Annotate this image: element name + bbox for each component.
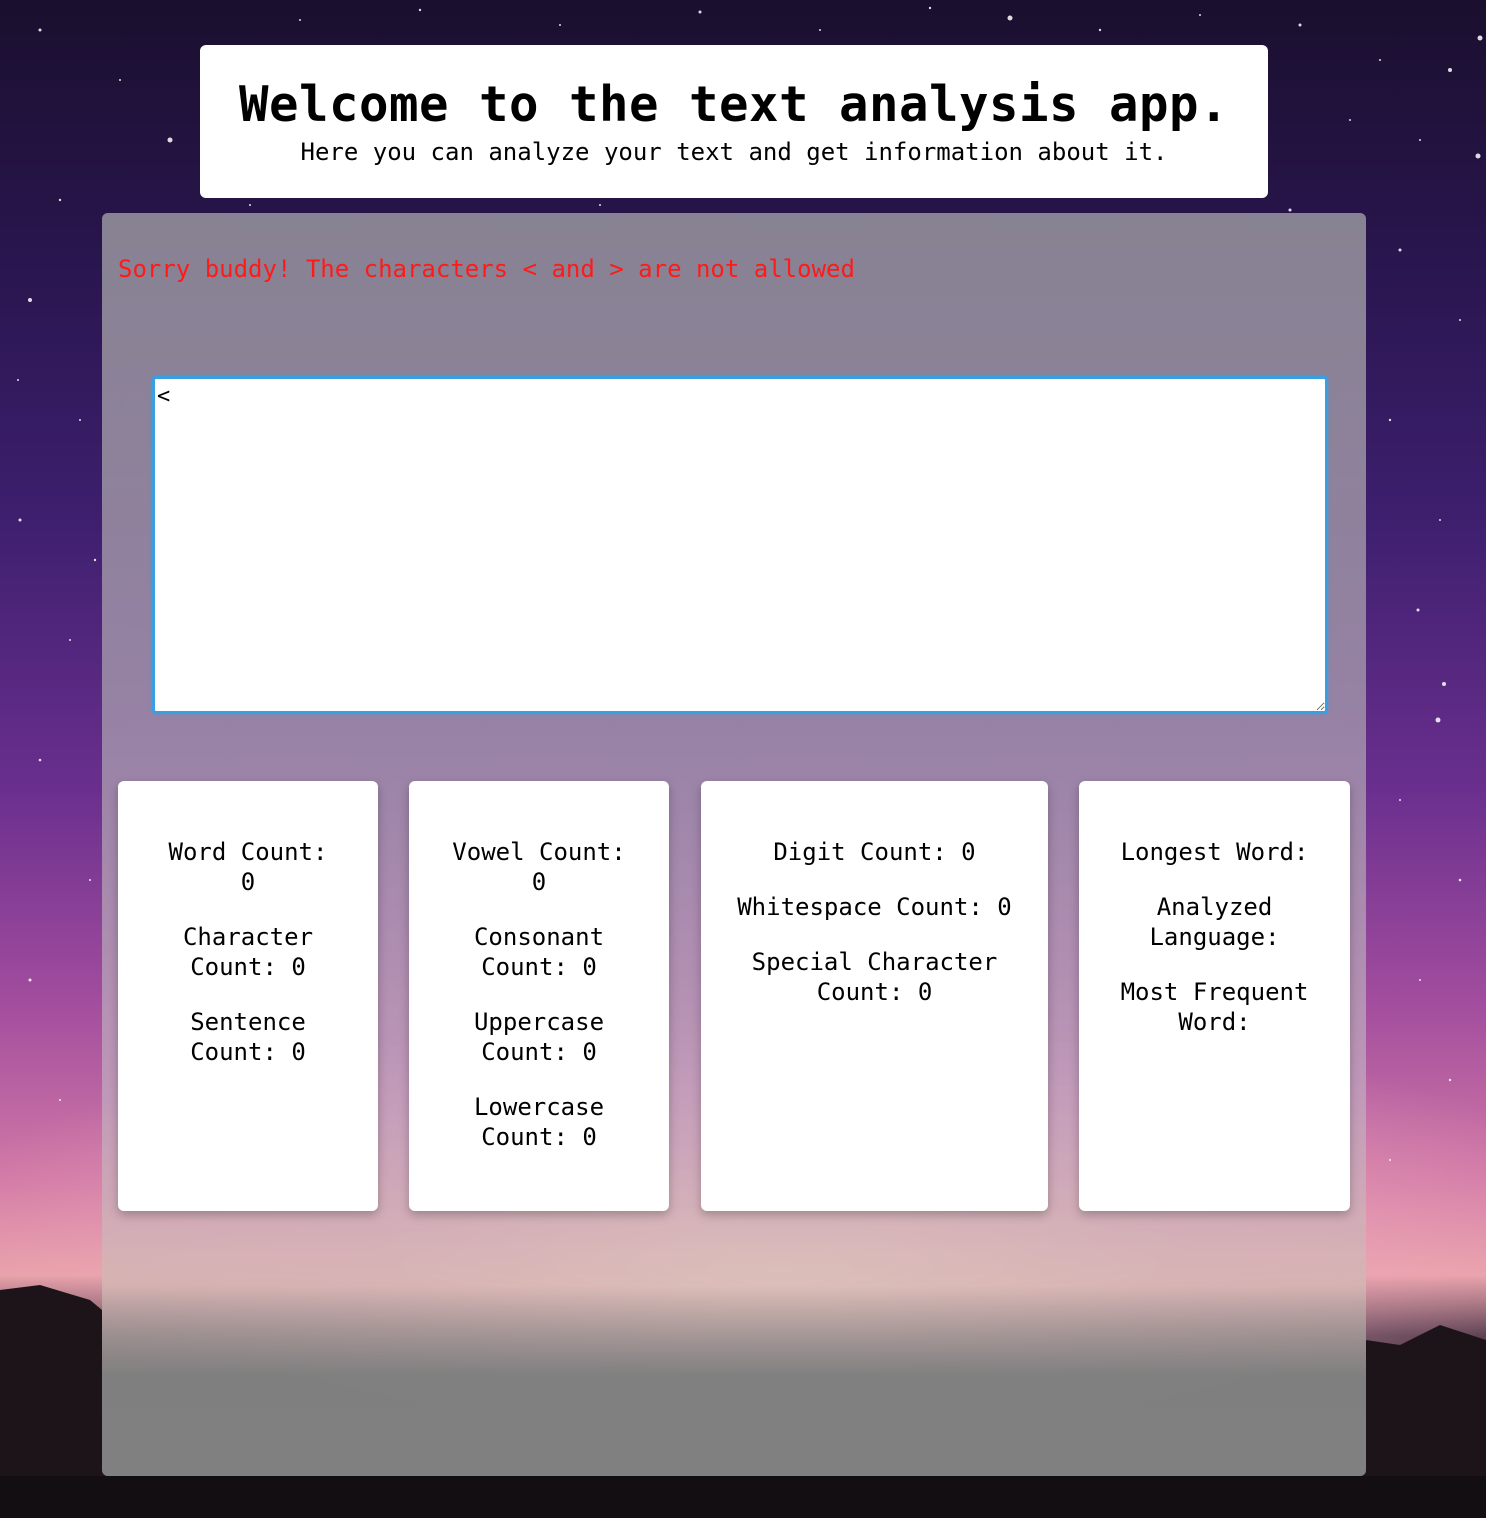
error-message: Sorry buddy! The characters < and > are … [118, 255, 855, 283]
header-card: Welcome to the text analysis app. Here y… [200, 45, 1268, 198]
lowercase-count-stat: Lowercase Count: 0 [473, 1093, 605, 1151]
digit-count-stat: Digit Count: 0 [773, 838, 976, 866]
uppercase-count-stat: Uppercase Count: 0 [473, 1008, 605, 1066]
analyzed-language-stat: Analyzed Language: [1149, 893, 1280, 951]
longest-word-stat: Longest Word: [1120, 838, 1309, 866]
vowel-count-stat: Vowel Count: 0 [452, 838, 626, 896]
stats-card-words: Longest Word: Analyzed Language: Most Fr… [1079, 781, 1350, 1211]
page-subtitle: Here you can analyze your text and get i… [300, 138, 1168, 166]
sentence-count-stat: Sentence Count: 0 [190, 1008, 306, 1066]
stats-card-characters: Digit Count: 0 Whitespace Count: 0 Speci… [701, 781, 1048, 1211]
stats-card-letters: Vowel Count: 0 Consonant Count: 0 Upperc… [409, 781, 669, 1211]
whitespace-count-stat: Whitespace Count: 0 [737, 893, 1012, 921]
word-count-stat: Word Count: 0 [168, 838, 328, 896]
text-input-area[interactable] [152, 376, 1328, 714]
main-panel: Sorry buddy! The characters < and > are … [102, 213, 1366, 1476]
character-count-stat: Character Count: 0 [182, 923, 314, 981]
most-frequent-word-stat: Most Frequent Word: [1120, 978, 1309, 1036]
special-character-count-stat: Special Character Count: 0 [751, 948, 998, 1006]
consonant-count-stat: Consonant Count: 0 [473, 923, 605, 981]
page-title: Welcome to the text analysis app. [238, 76, 1230, 133]
stats-card-counts: Word Count: 0 Character Count: 0 Sentenc… [118, 781, 378, 1211]
